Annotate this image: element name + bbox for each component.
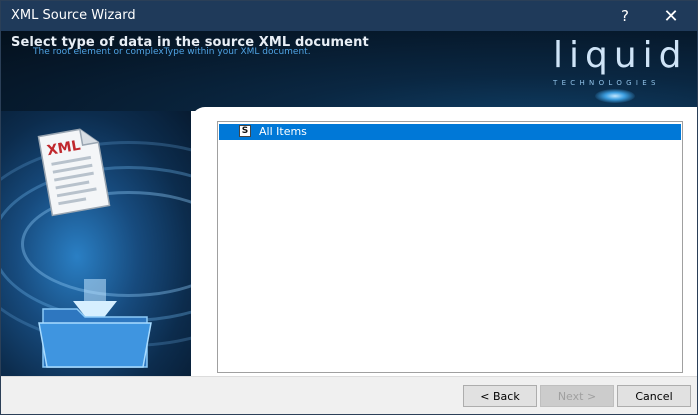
wizard-footer: < Back Next > Cancel <box>1 376 697 414</box>
help-button[interactable]: ? <box>603 1 647 31</box>
cancel-button[interactable]: Cancel <box>617 385 691 407</box>
list-item-all-items[interactable]: S All Items <box>219 124 681 140</box>
header-subtitle: The root element or complexType within y… <box>33 47 311 57</box>
title-bar[interactable]: XML Source Wizard ? ✕ <box>1 1 697 31</box>
logo-ripple-icon <box>595 89 635 103</box>
element-listbox[interactable]: S All Items <box>217 121 683 373</box>
schema-s-icon: S <box>239 125 251 137</box>
list-item-label: All Items <box>259 125 307 138</box>
wizard-window: XML Source Wizard ? ✕ Select type of dat… <box>0 0 698 415</box>
xml-document-icon: XML <box>37 128 111 217</box>
logo-tagline: TECHNOLOGIES <box>553 79 660 87</box>
wizard-illustration: XML <box>1 111 191 376</box>
wizard-header: Select type of data in the source XML do… <box>1 31 697 111</box>
back-button[interactable]: < Back <box>463 385 537 407</box>
window-title: XML Source Wizard <box>11 8 136 23</box>
folder-arrow-icon <box>38 279 152 368</box>
logo-word: liquid <box>553 35 688 76</box>
liquid-technologies-logo: liquid TECHNOLOGIES <box>549 35 689 105</box>
next-button[interactable]: Next > <box>540 385 614 407</box>
close-button[interactable]: ✕ <box>649 1 693 31</box>
